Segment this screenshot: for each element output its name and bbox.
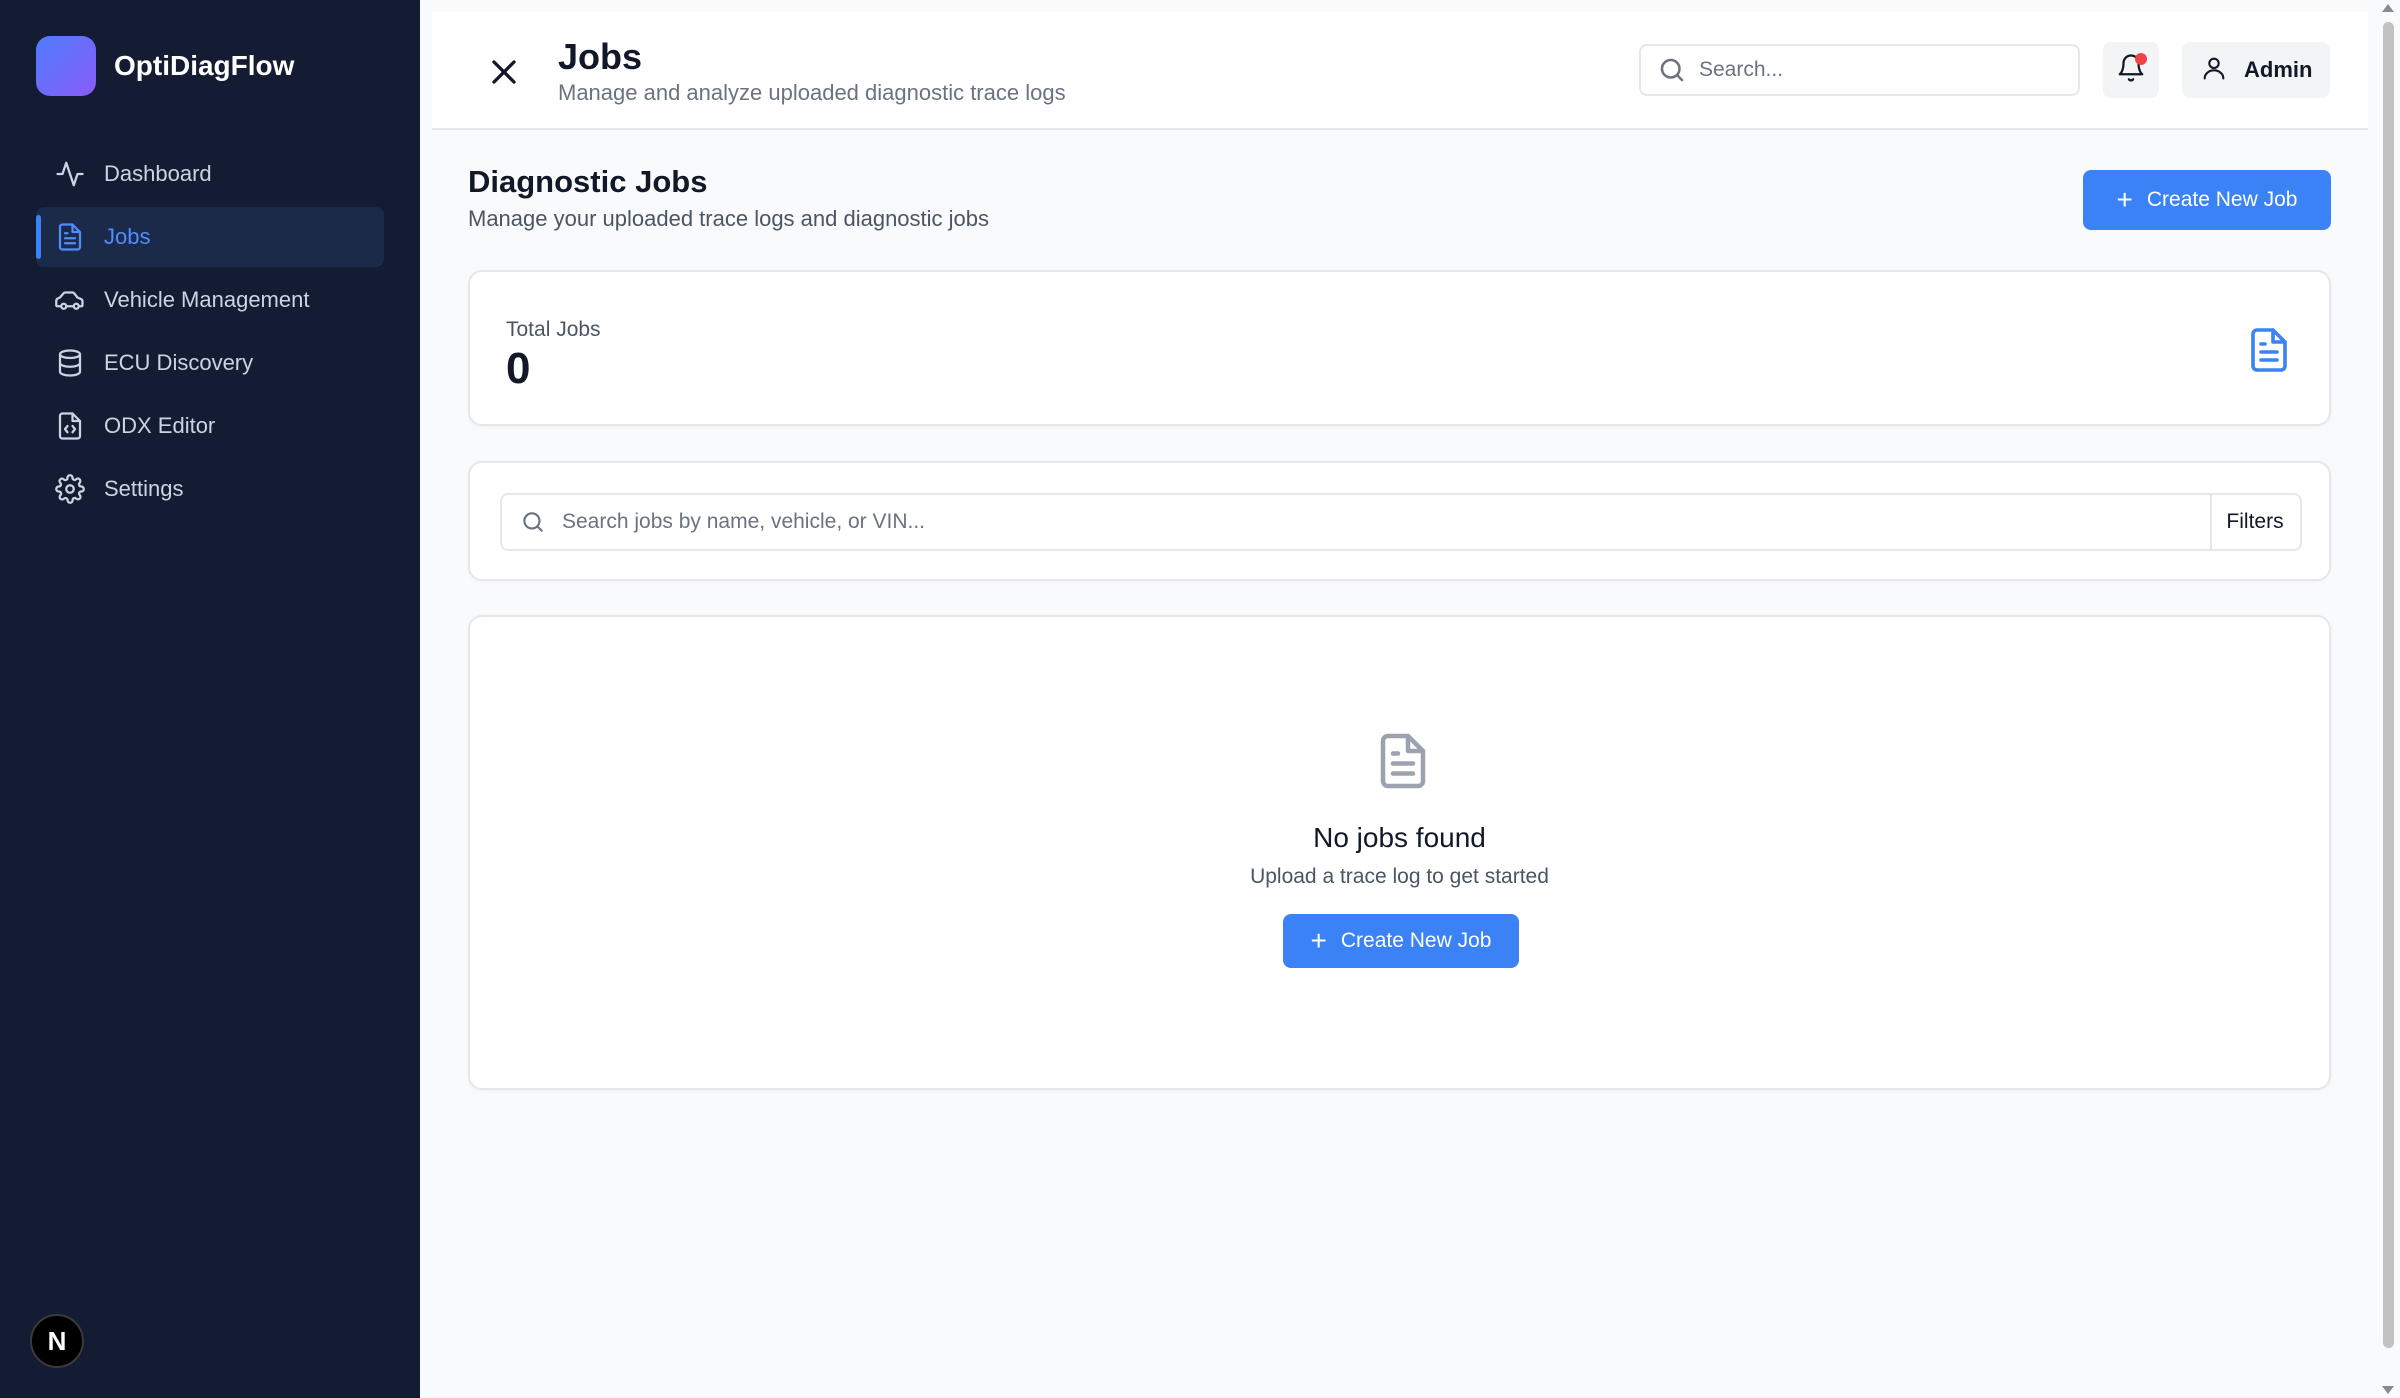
total-jobs-card: Total Jobs 0 — [468, 270, 2331, 426]
app-name: OptiDiagFlow — [114, 50, 295, 81]
create-new-job-button[interactable]: + Create New Job — [1283, 914, 1519, 968]
search-icon — [1657, 55, 1687, 85]
sidebar-item-label: Vehicle Management — [104, 287, 310, 312]
file-text-icon — [54, 221, 86, 253]
job-search[interactable] — [500, 493, 2212, 551]
notifications-button[interactable] — [2103, 42, 2159, 98]
database-icon — [54, 347, 86, 379]
user-label: Admin — [2244, 57, 2313, 82]
page-scrollbar[interactable] — [2376, 0, 2400, 1398]
activity-icon — [54, 158, 86, 190]
sidebar-item-label: ECU Discovery — [104, 350, 254, 375]
brand[interactable]: OptiDiagFlow — [36, 36, 294, 96]
empty-state-subtitle: Upload a trace log to get started — [1250, 865, 1549, 888]
job-search-input[interactable] — [562, 510, 2162, 534]
search-icon — [520, 509, 546, 535]
sidebar-item-settings[interactable]: Settings — [36, 459, 384, 519]
page-subtitle: Manage and analyze uploaded diagnostic t… — [558, 80, 1066, 105]
plus-icon: + — [2116, 184, 2133, 215]
page-title: Jobs — [558, 36, 643, 77]
scroll-up-arrow-icon[interactable] — [2382, 4, 2394, 12]
global-search-input[interactable] — [1699, 58, 2059, 82]
user-icon — [2200, 54, 2228, 87]
notification-dot — [2135, 53, 2147, 65]
main-content: Jobs Manage and analyze uploaded diagnos… — [432, 12, 2368, 1398]
sidebar-nav: Dashboard Jobs Vehicle Management ECU Di… — [36, 144, 384, 522]
file-code-icon — [54, 410, 86, 442]
plus-icon: + — [1310, 925, 1327, 956]
scroll-down-arrow-icon[interactable] — [2382, 1386, 2394, 1394]
empty-state-title: No jobs found — [1313, 822, 1486, 853]
global-search[interactable] — [1639, 44, 2080, 96]
sidebar-item-label: Jobs — [104, 224, 151, 249]
create-new-job-label: Create New Job — [1340, 929, 1492, 952]
scrollbar-thumb[interactable] — [2383, 22, 2394, 1348]
sidebar-item-label: Dashboard — [104, 161, 212, 186]
car-icon — [54, 284, 86, 316]
section-title: Diagnostic Jobs — [468, 164, 708, 199]
sidebar-item-vehicle-management[interactable]: Vehicle Management — [36, 270, 384, 330]
sidebar-item-jobs[interactable]: Jobs — [36, 207, 384, 267]
file-text-icon — [1373, 727, 1433, 795]
filters-button[interactable]: Filters — [2210, 493, 2302, 551]
sidebar-item-label: ODX Editor — [104, 413, 216, 438]
close-icon[interactable] — [484, 52, 524, 92]
user-menu-button[interactable]: Admin — [2182, 42, 2330, 98]
empty-state-card: No jobs found Upload a trace log to get … — [468, 615, 2331, 1090]
app-logo — [36, 36, 96, 96]
sidebar-item-label: Settings — [104, 476, 184, 501]
dev-tools-badge[interactable]: N — [30, 1314, 84, 1368]
sidebar-item-odx-editor[interactable]: ODX Editor — [36, 396, 384, 456]
gear-icon — [54, 473, 86, 505]
sidebar: OptiDiagFlow Dashboard Jobs Vehicle Mana… — [0, 0, 420, 1398]
sidebar-item-dashboard[interactable]: Dashboard — [36, 144, 384, 204]
total-jobs-value: 0 — [506, 344, 531, 393]
sidebar-item-ecu-discovery[interactable]: ECU Discovery — [36, 333, 384, 393]
job-filter-card: Filters — [468, 461, 2331, 581]
total-jobs-label: Total Jobs — [506, 318, 601, 341]
file-text-icon — [2245, 324, 2293, 376]
top-bar: Jobs Manage and analyze uploaded diagnos… — [432, 12, 2368, 130]
section-subtitle: Manage your uploaded trace logs and diag… — [468, 206, 990, 231]
create-new-job-button[interactable]: + Create New Job — [2083, 170, 2331, 230]
create-new-job-label: Create New Job — [2146, 188, 2298, 211]
